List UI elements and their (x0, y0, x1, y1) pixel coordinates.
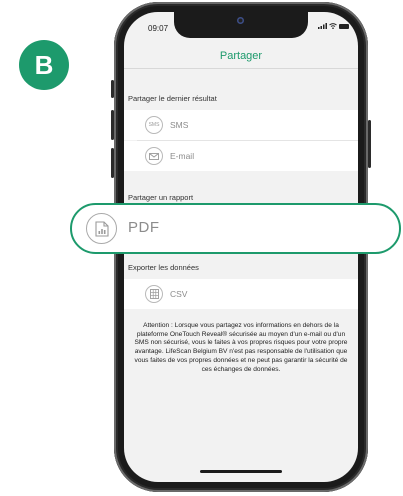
privacy-notice: Attention : Lorsque vous partagez vos in… (134, 322, 348, 373)
wifi-icon (329, 23, 337, 29)
notch (174, 12, 308, 38)
share-sms-row[interactable]: SMS SMS (124, 110, 358, 140)
export-csv-row[interactable]: CSV (124, 279, 358, 309)
status-time: 09:07 (148, 24, 169, 33)
share-email-label: E-mail (170, 151, 195, 161)
email-icon (145, 147, 163, 165)
front-camera (237, 17, 244, 24)
silent-switch (111, 80, 114, 98)
volume-up-button (111, 110, 114, 140)
battery-icon (339, 23, 349, 29)
volume-down-button (111, 148, 114, 178)
page-title: Partager (219, 50, 263, 62)
pdf-document-icon (86, 213, 117, 244)
share-pdf-row[interactable]: PDF (70, 203, 401, 254)
pdf-glyph (94, 220, 109, 237)
home-indicator[interactable] (200, 470, 282, 473)
step-badge: B (19, 40, 69, 90)
share-email-row[interactable]: E-mail (124, 141, 358, 171)
header-divider (124, 68, 358, 69)
spreadsheet-glyph (149, 289, 159, 299)
csv-spreadsheet-icon (145, 285, 163, 303)
share-sms-label: SMS (170, 120, 189, 130)
section-label-export: Exporter les données (128, 263, 199, 272)
signal-icon (318, 23, 327, 29)
export-csv-label: CSV (170, 289, 188, 299)
sms-icon: SMS (145, 116, 163, 134)
sms-icon-text: SMS (148, 122, 160, 128)
section-label-report: Partager un rapport (128, 193, 194, 202)
section-label-last-result: Partager le dernier résultat (128, 94, 217, 103)
status-icons (318, 23, 349, 29)
power-button (368, 120, 371, 168)
envelope-glyph (149, 152, 159, 160)
share-pdf-label: PDF (128, 219, 160, 236)
